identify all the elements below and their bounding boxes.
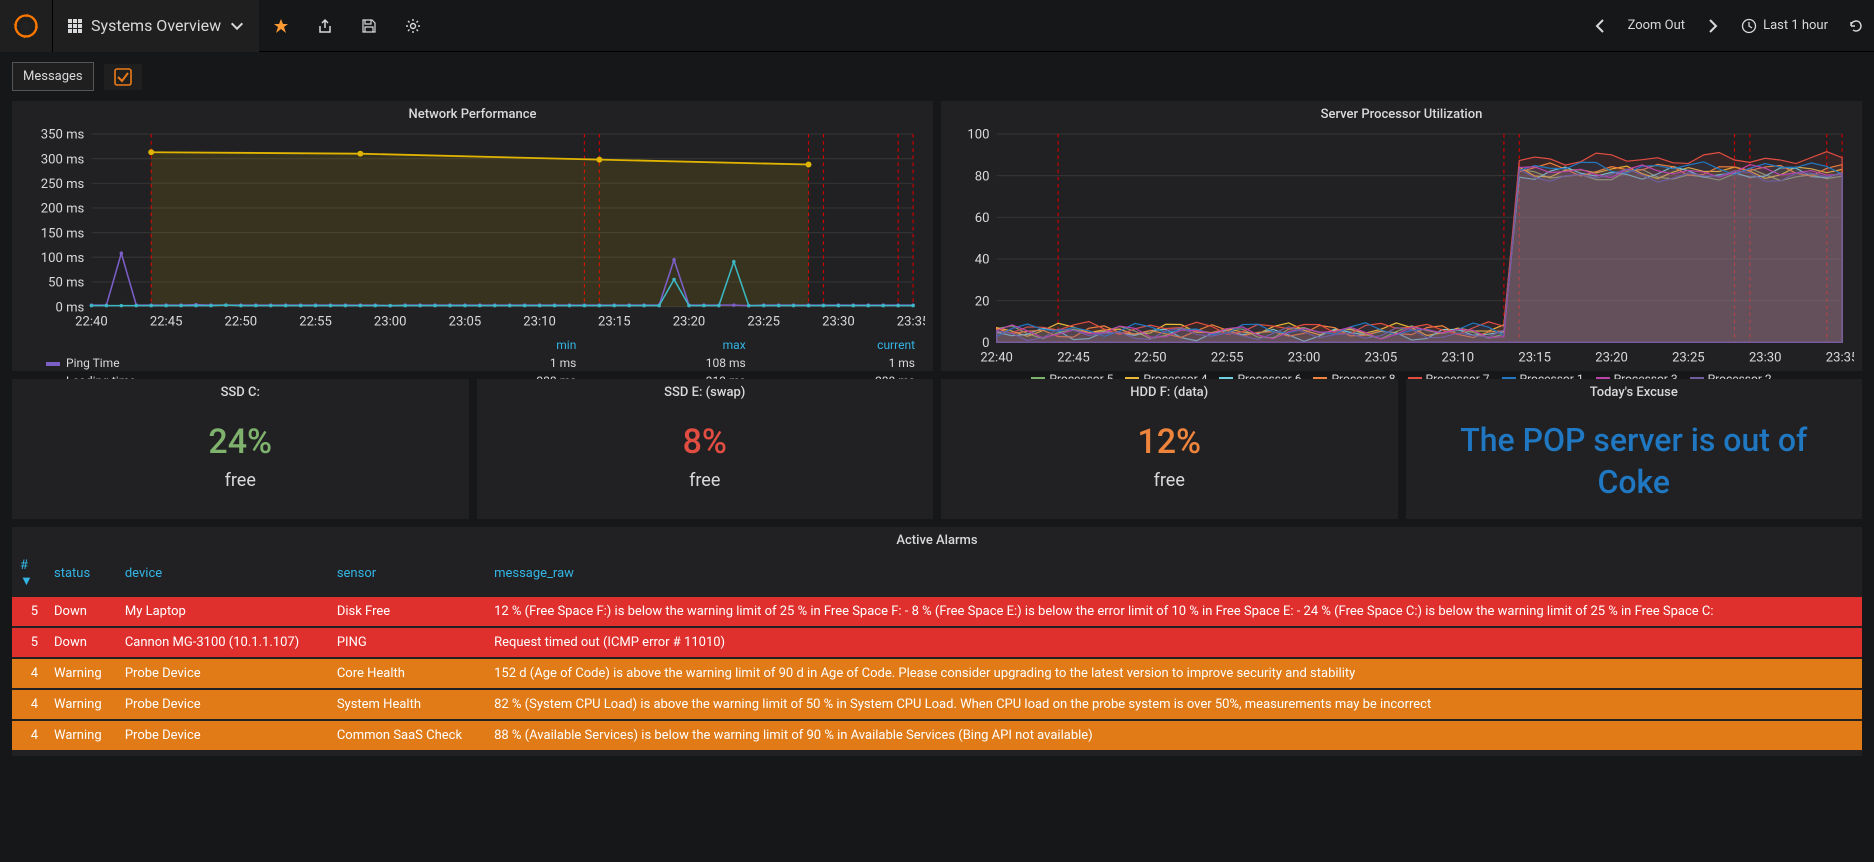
settings-button[interactable] <box>391 0 435 52</box>
row-tab-checkbox[interactable] <box>104 64 142 90</box>
svg-text:23:20: 23:20 <box>673 315 706 330</box>
svg-text:100: 100 <box>967 128 989 143</box>
svg-text:23:30: 23:30 <box>822 315 855 330</box>
legend-col: max <box>582 336 751 354</box>
stat-sub: free <box>941 470 1398 491</box>
svg-text:60: 60 <box>975 211 990 226</box>
legend-col: min <box>413 336 582 354</box>
dashboard-picker[interactable]: Systems Overview <box>52 0 259 52</box>
chart-cpu[interactable]: 0 20 40 60 80 100 22:40 22:45 22:50 22:55 23:00 23:… <box>941 124 1862 366</box>
svg-text:23:00: 23:00 <box>374 315 407 330</box>
alarms-table: # ▼statusdevicesensormessage_raw5DownMy … <box>12 550 1862 752</box>
svg-text:300 ms: 300 ms <box>41 152 85 167</box>
panel-disk[interactable]: HDD F: (data) 12% free <box>941 379 1398 519</box>
row-tab-messages[interactable]: Messages <box>12 62 94 91</box>
panel-excuse[interactable]: Today's Excuse The POP server is out of … <box>1406 379 1863 519</box>
legend-row[interactable]: Ping Time1 ms108 ms1 ms <box>40 354 921 372</box>
svg-text:40: 40 <box>975 253 990 268</box>
svg-text:23:25: 23:25 <box>1672 350 1705 365</box>
panel-cpu-utilization[interactable]: Server Processor Utilization 0 20 40 60 80 10… <box>941 101 1862 371</box>
svg-text:150 ms: 150 ms <box>41 226 85 241</box>
svg-text:23:10: 23:10 <box>1442 350 1475 365</box>
svg-text:23:15: 23:15 <box>598 315 631 330</box>
dashboard-title: Systems Overview <box>91 16 221 35</box>
refresh-button[interactable] <box>1838 0 1874 52</box>
table-row[interactable]: 5DownCannon MG-3100 (10.1.1.107)PINGRequ… <box>12 628 1862 657</box>
alarms-col-status[interactable]: status <box>46 552 117 595</box>
svg-text:23:25: 23:25 <box>747 315 780 330</box>
panel-disk[interactable]: SSD C: 24% free <box>12 379 469 519</box>
timerange-forward-button[interactable] <box>1695 0 1731 52</box>
svg-text:50 ms: 50 ms <box>48 276 84 291</box>
panel-title: Active Alarms <box>12 527 1862 550</box>
grafana-logo[interactable] <box>0 0 52 52</box>
svg-text:23:35: 23:35 <box>897 315 925 330</box>
svg-text:23:35: 23:35 <box>1826 350 1854 365</box>
alarms-col-message_raw[interactable]: message_raw <box>486 552 1862 595</box>
table-row[interactable]: 4WarningProbe DeviceSystem Health82 % (S… <box>12 690 1862 719</box>
svg-text:23:30: 23:30 <box>1749 350 1782 365</box>
svg-text:23:05: 23:05 <box>1365 350 1398 365</box>
stat-value: 12% <box>941 422 1398 462</box>
svg-text:20: 20 <box>975 294 990 309</box>
navbar: Systems Overview Zoom Out Last 1 hour <box>0 0 1874 52</box>
svg-text:22:45: 22:45 <box>150 315 183 330</box>
row-tab-label: Messages <box>23 69 83 84</box>
share-button[interactable] <box>303 0 347 52</box>
clock-icon <box>1741 18 1757 34</box>
svg-text:100 ms: 100 ms <box>41 251 85 266</box>
stat-value: 24% <box>12 422 469 462</box>
svg-text:23:05: 23:05 <box>449 315 482 330</box>
svg-text:23:00: 23:00 <box>1288 350 1321 365</box>
panel-title: Server Processor Utilization <box>941 101 1862 124</box>
star-button[interactable] <box>259 0 303 52</box>
chart-network[interactable]: 0 ms 50 ms 100 ms 150 ms 200 ms 250 ms 300 ms 3… <box>12 124 933 330</box>
alarms-col-sensor[interactable]: sensor <box>329 552 486 595</box>
panel-network-performance[interactable]: Network Performance 0 ms 50 ms 100 ms 150 m… <box>12 101 933 371</box>
row-header: Messages <box>0 52 1874 97</box>
svg-text:0 ms: 0 ms <box>55 300 84 315</box>
save-button[interactable] <box>347 0 391 52</box>
svg-text:80: 80 <box>975 169 990 184</box>
svg-text:22:45: 22:45 <box>1057 350 1090 365</box>
timerange-back-button[interactable] <box>1582 0 1618 52</box>
stat-sub: free <box>12 470 469 491</box>
excuse-text: The POP server is out of Coke <box>1406 402 1863 521</box>
zoom-out-label: Zoom Out <box>1628 18 1685 33</box>
timerange-picker[interactable]: Last 1 hour <box>1731 0 1838 52</box>
svg-text:22:40: 22:40 <box>980 350 1013 365</box>
table-row[interactable]: 5DownMy LaptopDisk Free12 % (Free Space … <box>12 597 1862 626</box>
svg-text:22:50: 22:50 <box>1134 350 1167 365</box>
chevron-down-icon <box>229 18 245 34</box>
svg-text:22:50: 22:50 <box>225 315 258 330</box>
svg-text:22:55: 22:55 <box>1211 350 1244 365</box>
stat-value: 8% <box>477 422 934 462</box>
table-row[interactable]: 4WarningProbe DeviceCore Health152 d (Ag… <box>12 659 1862 688</box>
svg-text:0: 0 <box>982 336 989 351</box>
svg-text:22:40: 22:40 <box>75 315 108 330</box>
alarms-col-device[interactable]: device <box>117 552 329 595</box>
panel-title: SSD C: <box>12 379 469 402</box>
legend-col: current <box>752 336 921 354</box>
svg-text:23:20: 23:20 <box>1595 350 1628 365</box>
svg-text:23:15: 23:15 <box>1518 350 1551 365</box>
svg-text:200 ms: 200 ms <box>41 202 85 217</box>
svg-text:22:55: 22:55 <box>299 315 332 330</box>
panel-title: Network Performance <box>12 101 933 124</box>
alarms-col-#[interactable]: # ▼ <box>12 552 46 595</box>
panel-title: Today's Excuse <box>1406 379 1863 402</box>
panel-active-alarms[interactable]: Active Alarms # ▼statusdevicesensormessa… <box>12 527 1862 756</box>
svg-text:23:10: 23:10 <box>523 315 556 330</box>
panel-title: HDD F: (data) <box>941 379 1398 402</box>
svg-text:350 ms: 350 ms <box>41 128 85 143</box>
grid-icon <box>67 18 83 34</box>
stat-sub: free <box>477 470 934 491</box>
panel-disk[interactable]: SSD E: (swap) 8% free <box>477 379 934 519</box>
zoom-out-button[interactable]: Zoom Out <box>1618 0 1695 52</box>
table-row[interactable]: 4WarningProbe DeviceCommon SaaS Check88 … <box>12 721 1862 750</box>
svg-text:250 ms: 250 ms <box>41 177 85 192</box>
timerange-label: Last 1 hour <box>1763 18 1828 33</box>
panel-title: SSD E: (swap) <box>477 379 934 402</box>
